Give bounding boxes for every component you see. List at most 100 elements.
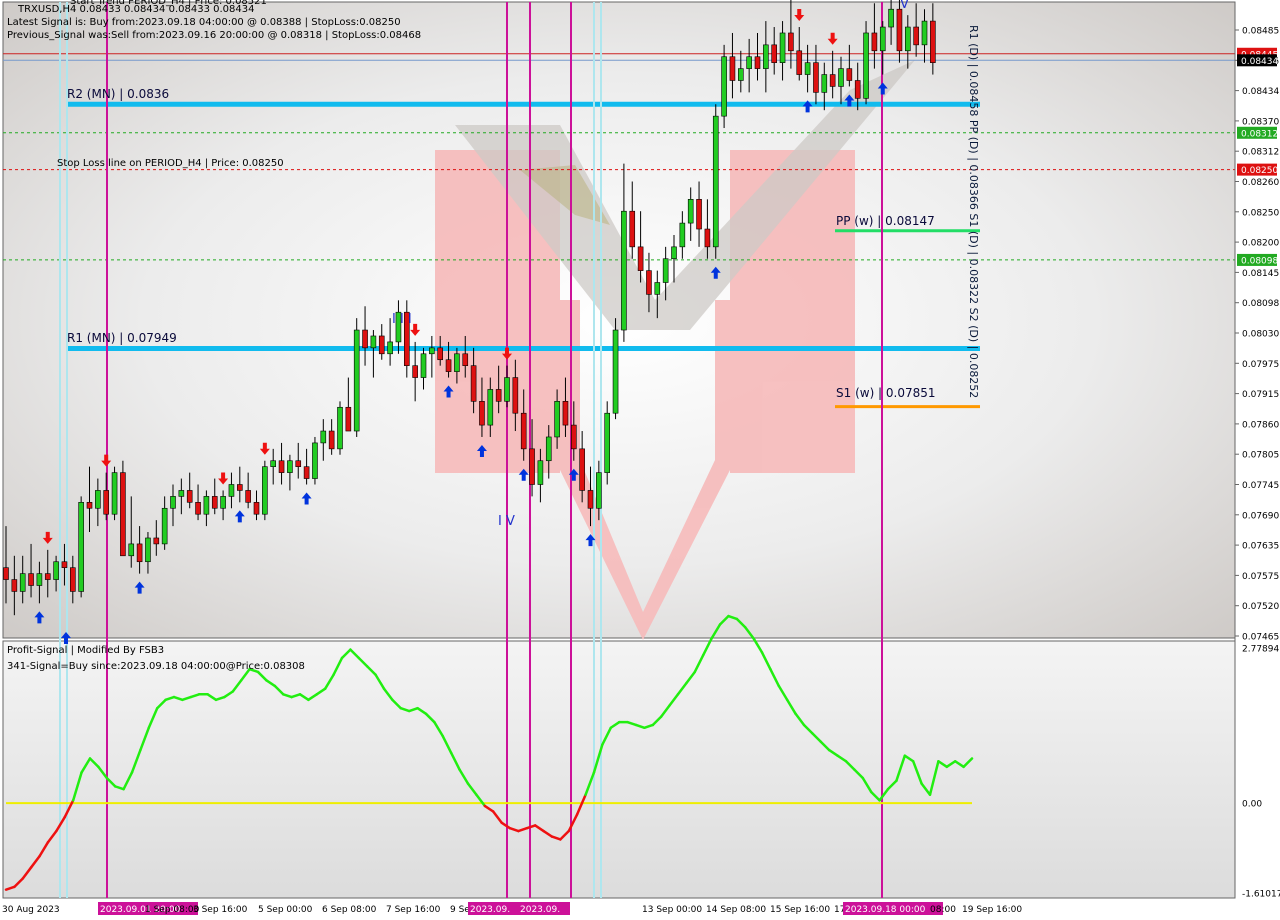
stop-loss-label: Stop Loss line on PERIOD_H4 | Price: 0.0… [57, 158, 284, 169]
candle-body [295, 460, 302, 467]
candle-body [604, 412, 611, 473]
y-tick-label: 0.08145 [1242, 269, 1279, 279]
candle-body [662, 258, 669, 283]
candle-body [103, 490, 109, 515]
candle-body [871, 32, 878, 52]
wave-3-label: I I I [392, 312, 412, 327]
candle-body [111, 472, 118, 515]
candle-body [186, 490, 193, 503]
wave-4-label: I V [498, 514, 515, 529]
candle-body [904, 26, 911, 52]
candle-body [737, 68, 744, 81]
y-tick-label: 0.08260 [1242, 178, 1279, 188]
oscillator-axis-label: 0.00 [1242, 800, 1262, 810]
candle-body [44, 573, 51, 580]
candle-body [161, 507, 168, 545]
candle-body [211, 496, 218, 509]
r1-mn-label: R1 (MN) | 0.07949 [67, 331, 177, 345]
candle-body [570, 424, 577, 450]
candle-body [796, 50, 803, 75]
candle-body [53, 561, 59, 580]
candle-body [821, 74, 828, 93]
candle-body [437, 347, 444, 361]
candle-body [303, 466, 310, 479]
candle-body [529, 448, 535, 485]
pp-weekly-label: PP (w) | 0.08147 [836, 214, 935, 228]
x-tick-label: 2023.09. [470, 905, 510, 915]
candle-body [854, 80, 861, 99]
x-tick-label: 19 Sep 16:00 [962, 905, 1022, 915]
candle-body [345, 406, 352, 432]
candle-body [696, 199, 702, 230]
y-tick-label: 0.07860 [1242, 420, 1279, 430]
candle-body [788, 32, 794, 52]
y-tick-label: 0.07690 [1242, 511, 1279, 521]
x-tick-label: 5 Sep 00:00 [258, 905, 313, 915]
candle-body [220, 496, 226, 509]
candle-body [704, 228, 711, 248]
candle-body [387, 341, 393, 355]
candle-body [262, 466, 268, 515]
candle-body [879, 26, 886, 52]
wave-5-label: V [900, 0, 909, 12]
y-tick-label: 0.07745 [1242, 481, 1279, 491]
candle-body [11, 579, 18, 592]
indicator-signal-text: 341-Signal=Buy since:2023.09.18 04:00:00… [7, 661, 305, 672]
candle-body [136, 543, 143, 563]
y-tick-label: 0.07520 [1242, 602, 1279, 612]
oscillator-axis-label: -1.61017 [1242, 890, 1280, 900]
candle-body [554, 401, 560, 438]
candle-body [95, 490, 101, 509]
candle-body [287, 460, 293, 473]
candle-body [28, 573, 34, 586]
candle-body [370, 335, 377, 349]
candle-body [420, 353, 427, 378]
x-tick-label: 13 Sep 00:00 [642, 905, 702, 915]
candle-body [487, 389, 494, 426]
x-tick-label: 3 Sep 16:00 [193, 905, 248, 915]
candle-body [512, 377, 519, 414]
x-tick-label: 15 Sep 16:00 [770, 905, 830, 915]
candle-body [579, 448, 585, 491]
s1-weekly-label: S1 (w) | 0.07851 [836, 386, 936, 400]
y-tick-label: 0.07575 [1242, 572, 1279, 582]
candle-body [70, 567, 76, 592]
candle-body [228, 484, 235, 497]
candle-body [863, 32, 869, 99]
candle-body [3, 567, 9, 580]
r2-mn-label: R2 (MN) | 0.0836 [67, 87, 170, 101]
x-tick-label: 30 Aug 2023 [2, 905, 60, 915]
candle-body [687, 199, 694, 224]
candle-body [746, 56, 752, 69]
candle-body [612, 329, 619, 414]
y-tick-label: 0.08485 [1242, 27, 1279, 37]
candle-body [362, 329, 368, 349]
candle-body [838, 68, 844, 87]
x-tick-label: 2023.09. [520, 905, 560, 915]
candle-body [128, 543, 135, 557]
candle-body [195, 502, 201, 515]
candle-body [203, 496, 210, 515]
candle-body [412, 365, 418, 378]
price-tag-label: 0.08434 [1241, 57, 1278, 67]
x-tick-label: 7 Sep 16:00 [386, 905, 441, 915]
candle-body [36, 573, 43, 586]
y-tick-label: 0.07975 [1242, 360, 1279, 370]
y-tick-label: 0.08250 [1242, 208, 1279, 218]
candle-body [537, 460, 544, 485]
oscillator-axis-label: 2.77894 [1242, 645, 1279, 655]
candle-body [913, 26, 919, 46]
x-tick-label: 2023.09.18 00:00 [845, 905, 926, 915]
price-tag-label: 0.08098 [1241, 256, 1278, 266]
candle-body [445, 359, 452, 372]
candle-body [120, 472, 126, 557]
candle-body [253, 502, 260, 515]
y-tick-label: 0.08030 [1242, 330, 1279, 340]
candle-body [19, 573, 26, 592]
candle-body [587, 490, 594, 509]
candle-body [237, 484, 243, 491]
candle-body [270, 460, 277, 467]
candle-body [328, 430, 335, 450]
price-tag-label: 0.08312 [1241, 129, 1278, 139]
candle-body [178, 490, 185, 497]
